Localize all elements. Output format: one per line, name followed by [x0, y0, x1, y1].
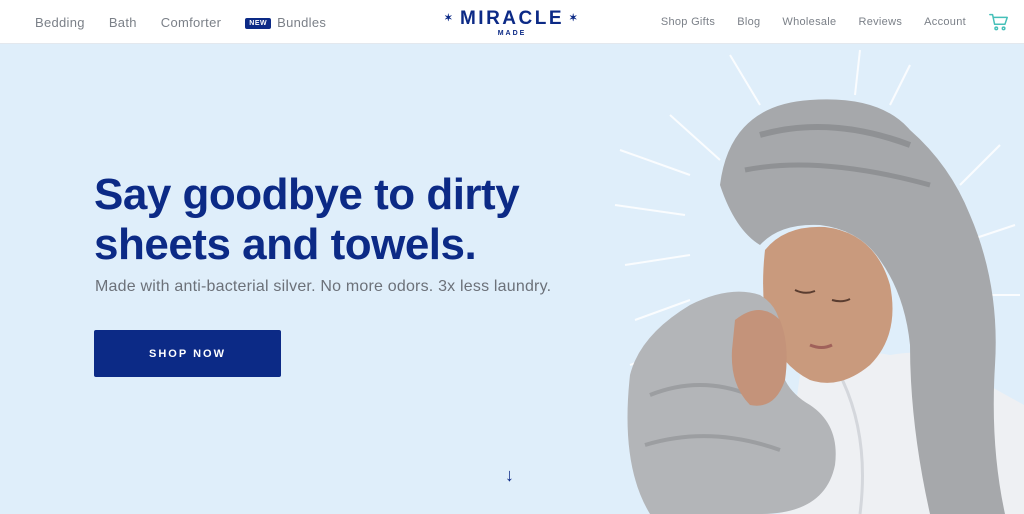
nav-link-reviews[interactable]: Reviews — [858, 16, 902, 28]
shop-now-button[interactable]: SHOP NOW — [94, 330, 281, 377]
hero-image-woman-with-towel — [614, 49, 1024, 514]
hand — [731, 310, 787, 406]
nav-link-shop-gifts[interactable]: Shop Gifts — [661, 16, 715, 28]
nav-link-wholesale[interactable]: Wholesale — [782, 16, 836, 28]
top-navigation: Bedding Bath Comforter NEW Bundles ✶ MIRA… — [0, 0, 1024, 44]
logo-star-left-icon: ✶ — [444, 13, 455, 24]
secondary-nav: Shop Gifts Blog Wholesale Reviews Accoun… — [661, 0, 1010, 44]
hero-headline-line-1: Say goodbye to dirty — [94, 170, 520, 219]
hero-headline: Say goodbye to dirty sheets and towels. — [94, 170, 614, 270]
hero-headline-line-2: sheets and towels. — [94, 220, 477, 269]
nav-link-blog[interactable]: Blog — [737, 16, 760, 28]
scroll-down-arrow-icon[interactable]: ↓ — [505, 465, 514, 485]
logo-main-text: MIRACLE — [459, 8, 565, 29]
cart-icon[interactable] — [988, 11, 1010, 33]
hero-subline: Made with anti-bacterial silver. No more… — [95, 278, 552, 295]
logo-star-right-icon: ✶ — [569, 13, 580, 24]
logo-wordmark: ✶ MIRACLE ✶ — [444, 9, 580, 29]
nav-link-account[interactable]: Account — [924, 16, 966, 28]
